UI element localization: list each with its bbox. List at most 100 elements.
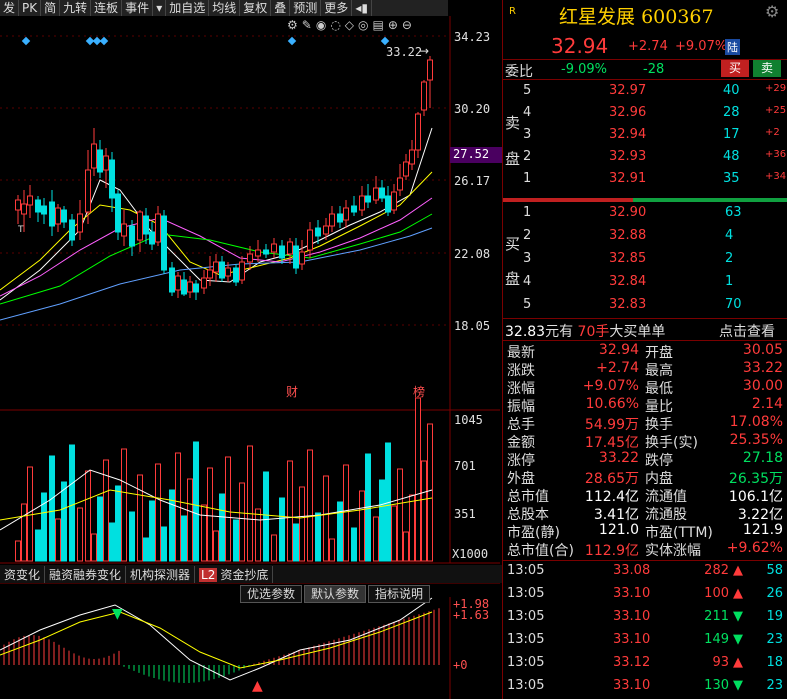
candle-body — [315, 227, 321, 237]
event-marker-bang[interactable]: 榜 — [413, 383, 425, 400]
tab-indicator[interactable]: 融资融券变化 — [45, 565, 127, 583]
candle-body — [15, 199, 21, 211]
volume-bar — [137, 474, 143, 562]
stat-label: 市盈(静) — [507, 525, 560, 541]
candle-body — [193, 283, 199, 293]
bid-price: 32.88 — [609, 228, 647, 243]
tick-price: 33.10 — [613, 609, 651, 624]
default-params-button[interactable]: 默认参数 — [304, 585, 367, 603]
volume-bar — [61, 481, 67, 562]
param-buttons: 优选参数 默认参数 指标说明 — [240, 585, 432, 603]
bid-volume: 1 — [725, 274, 734, 289]
stat-value: 30.00 — [742, 378, 783, 394]
ask-row[interactable]: 4 32.96 28 +25 — [523, 105, 786, 127]
weibi-label: 委比 — [505, 64, 533, 80]
tab-indicator[interactable]: 资变化 — [0, 565, 46, 583]
stat-value: 30.05 — [742, 342, 783, 358]
tab-indicator[interactable]: L2 资金抄底 — [195, 565, 274, 583]
ask-delta: +2 — [765, 127, 780, 138]
stat-value: 3.41亿 — [593, 507, 639, 523]
stat-row: 振幅 10.66% 量比 2.14 — [507, 396, 787, 415]
max-price-label: 33.22 — [386, 45, 423, 59]
price-axis-label: 18.05 — [454, 319, 491, 333]
tick-price: 33.10 — [613, 632, 651, 647]
bid-row[interactable]: 3 32.85 2 — [523, 251, 785, 273]
buy-button[interactable]: 买 — [721, 60, 749, 77]
stat-label: 市盈(TTM) — [645, 525, 713, 541]
candle-body — [379, 187, 385, 199]
bid-row[interactable]: 5 32.83 70 — [523, 297, 785, 319]
candle-body — [155, 213, 161, 243]
tick-time: 13:05 — [507, 586, 545, 601]
ask-level: 5 — [523, 83, 532, 98]
candle-body — [279, 245, 285, 259]
ask-volume: 40 — [723, 83, 740, 98]
stat-value: 106.1亿 — [728, 489, 783, 505]
marker-t: T — [17, 225, 24, 235]
tick-count: 23 — [766, 632, 783, 647]
volume-bar — [403, 531, 409, 562]
signal-marker — [21, 36, 31, 46]
stat-label: 涨停 — [507, 453, 535, 469]
indicator-help-button[interactable]: 指标说明 — [368, 585, 431, 603]
candle-body — [55, 207, 61, 225]
candle-body — [77, 213, 83, 233]
ask-row[interactable]: 3 32.94 17 +2 — [523, 127, 785, 149]
region-flag: R — [509, 6, 516, 17]
stat-label: 换手(实) — [645, 435, 698, 451]
candle-body — [403, 161, 409, 177]
stat-label: 最新 — [507, 345, 535, 361]
ask-row[interactable]: 2 32.93 48 +36 — [523, 149, 786, 171]
stat-value: 121.0 — [598, 522, 639, 538]
price-change: +2.74 — [628, 39, 668, 54]
tab-indicator[interactable]: 机构探测器 — [126, 565, 196, 583]
candle-body — [391, 191, 397, 211]
gear-icon[interactable]: ⚙ — [765, 2, 779, 21]
candle-body — [299, 251, 305, 265]
macd-cross-down-icon: ▼ — [112, 606, 123, 622]
l2-badge: L2 — [199, 567, 218, 582]
bid-row[interactable]: 1 32.90 63 — [523, 205, 785, 227]
sell-side-label: 盘 — [505, 150, 521, 168]
stat-label: 实体涨幅 — [645, 543, 701, 559]
volume-bar — [351, 527, 357, 562]
stat-label: 最高 — [645, 363, 673, 379]
volume-bar — [143, 537, 149, 562]
ask-volume: 28 — [723, 105, 740, 120]
candle-body — [97, 149, 103, 173]
big-order-price: 32.83 — [505, 324, 546, 340]
tick-volume: 211 — [704, 609, 729, 624]
volume-bar — [121, 448, 127, 562]
sell-button[interactable]: 卖 — [753, 60, 781, 77]
ask-row[interactable]: 5 32.97 40 +29 — [523, 83, 786, 105]
stat-value: 25.35% — [729, 432, 783, 448]
bid-row[interactable]: 4 32.84 1 — [523, 274, 785, 296]
view-details-link[interactable]: 点击查看 — [719, 321, 775, 341]
candle-body — [213, 261, 219, 273]
stat-label: 流通股 — [645, 507, 687, 523]
signal-marker — [287, 36, 297, 46]
volume-bar — [293, 523, 299, 562]
volume-bar — [287, 460, 293, 562]
ask-price: 32.97 — [609, 83, 647, 98]
candle-body — [287, 241, 293, 255]
optimal-params-button[interactable]: 优选参数 — [240, 585, 303, 603]
candle-body — [149, 231, 155, 245]
ask-volume: 48 — [723, 149, 740, 164]
stat-value: 27.18 — [742, 450, 783, 466]
volume-bar — [225, 456, 231, 562]
stat-value: +9.62% — [726, 540, 783, 556]
candle-body — [27, 195, 33, 206]
big-order-row[interactable]: 32.83元有 70手大买单单 — [505, 321, 665, 341]
candle-body — [421, 81, 427, 111]
volume-bar — [247, 445, 253, 562]
candle-body — [351, 205, 357, 213]
candle-body — [91, 143, 97, 169]
bid-level: 3 — [523, 251, 532, 266]
event-marker-cai[interactable]: 财 — [286, 383, 298, 400]
tick-time: 13:05 — [507, 609, 545, 624]
volume-bar — [219, 493, 225, 562]
volume-bar — [263, 471, 269, 562]
bid-row[interactable]: 2 32.88 4 — [523, 228, 785, 250]
ask-row[interactable]: 1 32.91 35 +34 — [523, 171, 786, 193]
